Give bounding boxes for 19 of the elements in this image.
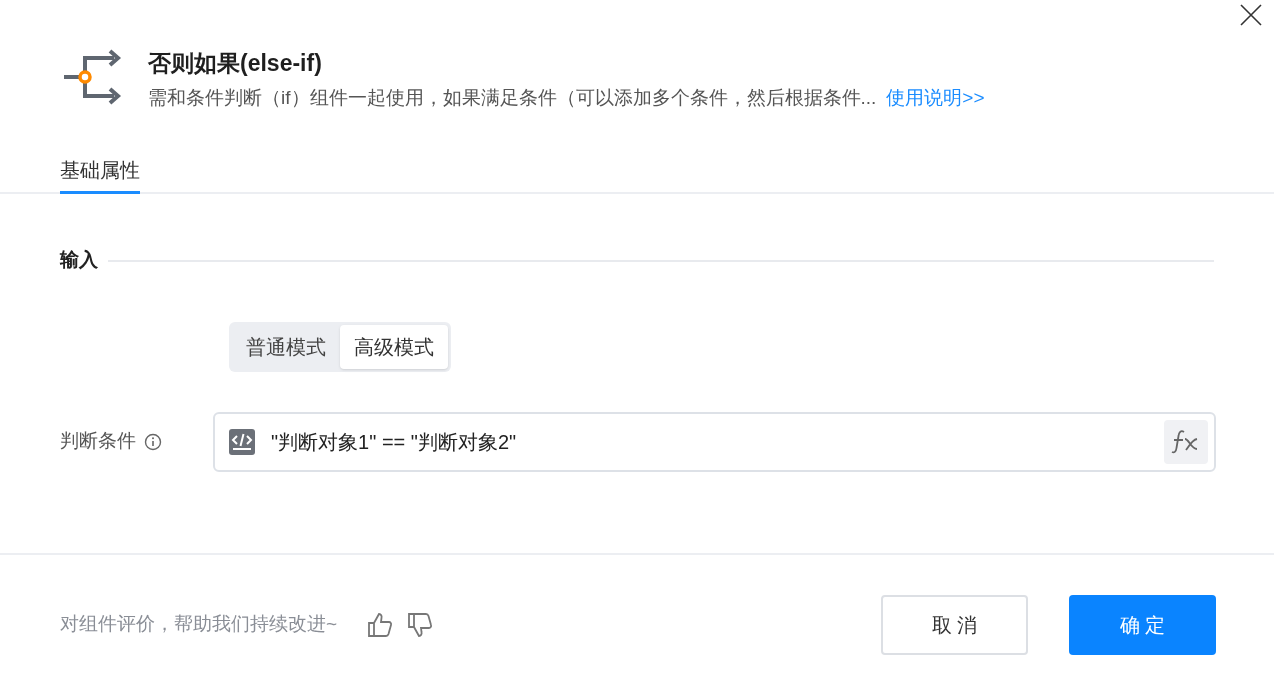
close-button[interactable] (1238, 2, 1264, 28)
component-description: 需和条件判断（if）组件一起使用，如果满足条件（可以添加多个条件，然后根据条件... (148, 86, 877, 110)
tab[interactable]: 基础属性 (60, 155, 140, 194)
condition-value: "判断对象1" == "判断对象2" (271, 429, 518, 455)
feedback-text: 对组件评价，帮助我们持续改进~ (60, 612, 338, 637)
thumbs-up-icon[interactable] (367, 611, 394, 638)
condition-field[interactable]: "判断对象1" == "判断对象2" (213, 411, 1216, 472)
mode-option[interactable]: 高级模式 (340, 324, 448, 369)
cancel-button[interactable]: 取 消 (881, 594, 1028, 655)
code-icon (229, 428, 255, 455)
thumbs-down-icon[interactable] (407, 611, 434, 638)
mode-option[interactable]: 普通模式 (232, 324, 340, 369)
formula-button[interactable] (1164, 419, 1208, 464)
confirm-button[interactable]: 确 定 (1069, 594, 1216, 655)
info-icon (144, 432, 162, 451)
section-title: 输入 (60, 248, 98, 272)
branch-icon (62, 48, 122, 106)
field-label: 判断条件 (60, 429, 136, 454)
component-title: 否则如果(else-if) (148, 49, 323, 78)
